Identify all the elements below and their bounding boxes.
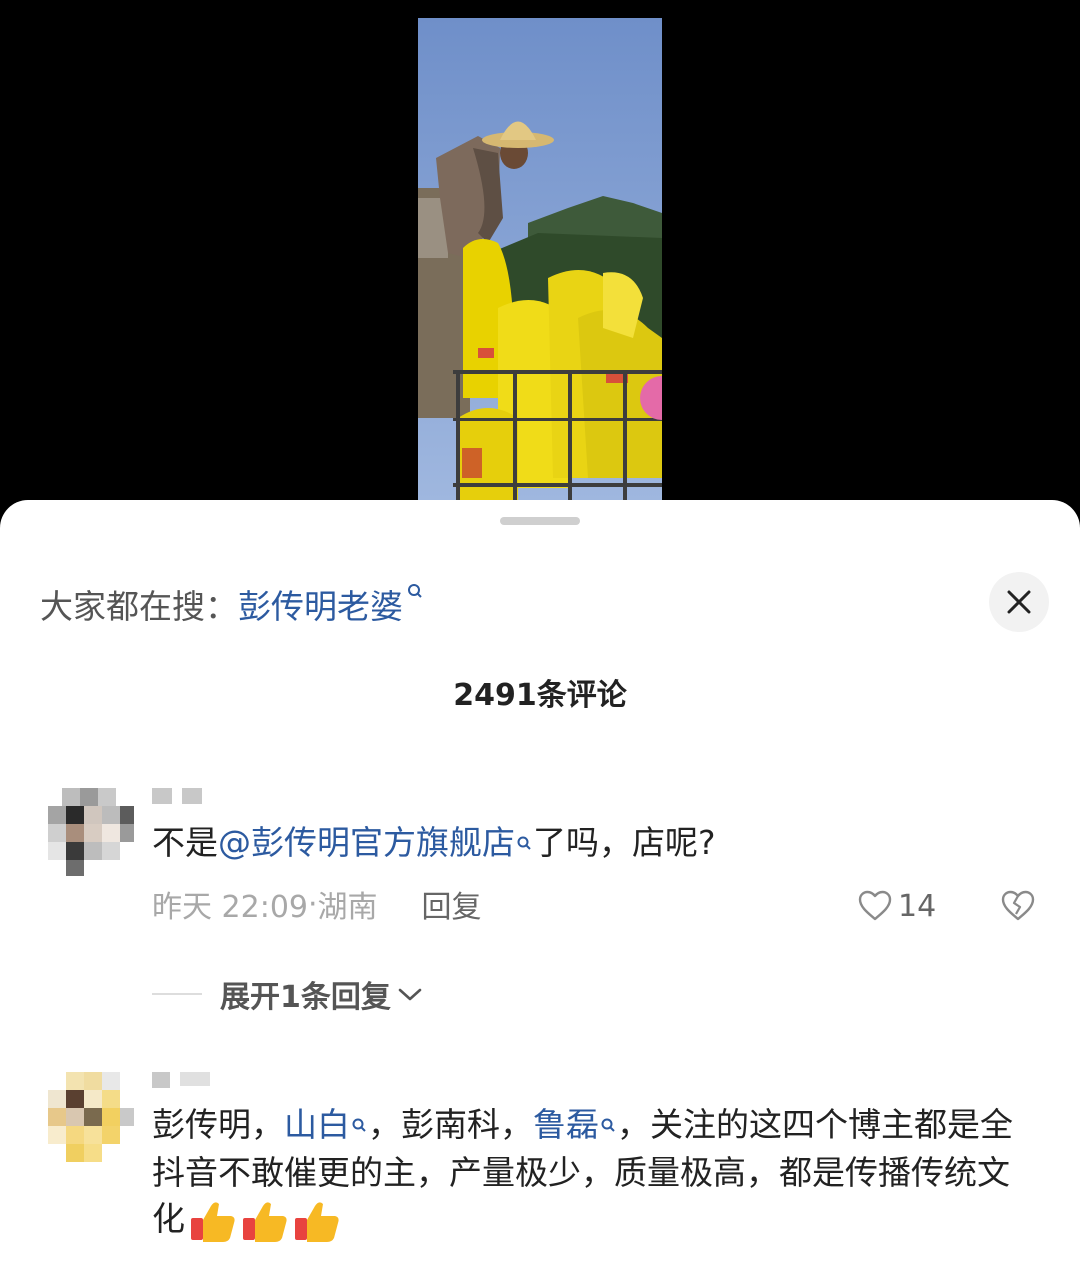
comment-count-title: 2491条评论 — [453, 678, 627, 713]
mention-link[interactable]: @彭传明官方旗舰店 — [218, 823, 515, 862]
comment-text-part: 彭传明， — [152, 1105, 284, 1144]
comment-text: 不是@彭传明官方旗舰店 了吗，店呢? — [152, 820, 1032, 868]
close-icon — [1007, 590, 1031, 614]
trending-search-term[interactable]: 彭传明老婆 — [238, 580, 425, 628]
expand-replies-label: 展开1条回复 — [220, 980, 391, 1015]
comment-sheet: 大家都在搜： 彭传明老婆 2491条评论 不是@彭传明官方旗舰店 了吗，店呢? … — [0, 500, 1080, 1262]
trending-search-bar[interactable]: 大家都在搜： 彭传明老婆 — [40, 576, 425, 632]
comment-location: 湖南 — [317, 890, 378, 925]
comment-text: 彭传明，山白 ，彭南科，鲁磊 ，关注的这四个博主都是全抖音不敢催更的主，产量极少，质… — [152, 1102, 1042, 1244]
avatar[interactable] — [48, 776, 134, 876]
comment-item: 不是@彭传明官方旗舰店 了吗，店呢? 昨天 22:09 · 湖南 回复 14 展开… — [0, 762, 1080, 1022]
broken-heart-icon — [1001, 890, 1035, 921]
reply-button[interactable]: 回复 — [422, 882, 482, 926]
heart-icon — [858, 890, 892, 921]
username-redacted[interactable] — [152, 788, 202, 804]
drag-handle[interactable] — [500, 517, 580, 525]
like-button[interactable]: 14 — [858, 884, 936, 928]
thumbs-up-emoji-group — [189, 1198, 341, 1244]
video-thumbnail[interactable] — [418, 18, 662, 500]
comment-item: 彭传明，山白 ，彭南科，鲁磊 ，关注的这四个博主都是全抖音不敢催更的主，产量极少，质… — [0, 1066, 1080, 1262]
meta-separator: · — [308, 886, 318, 922]
comment-time: 昨天 22:09 — [152, 890, 308, 925]
close-button[interactable] — [989, 572, 1049, 632]
thumbs-up-emoji — [191, 1201, 235, 1242]
search-hint-icon — [601, 1104, 617, 1150]
comment-text-part: ，彭南科， — [368, 1105, 533, 1144]
like-count: 14 — [898, 888, 937, 924]
dislike-button[interactable] — [1001, 890, 1035, 926]
search-hint-icon — [407, 574, 425, 613]
comment-text-part: 了吗，店呢? — [533, 823, 716, 862]
chevron-down-icon — [397, 977, 423, 1012]
username-redacted[interactable] — [152, 1072, 210, 1088]
search-link[interactable]: 鲁磊 — [533, 1105, 599, 1144]
expand-replies-button[interactable]: 展开1条回复 — [152, 972, 423, 1016]
trending-search-prefix: 大家都在搜： — [40, 587, 238, 626]
thumbs-up-emoji — [243, 1201, 287, 1242]
thumbs-up-emoji — [295, 1201, 339, 1242]
comment-text-part: 不是 — [152, 823, 218, 862]
search-hint-icon — [352, 1104, 368, 1150]
trending-search-term-text: 彭传明老婆 — [238, 587, 403, 626]
search-link[interactable]: 山白 — [284, 1105, 350, 1144]
divider — [152, 993, 202, 995]
video-still-image — [418, 18, 662, 500]
comment-meta: 昨天 22:09 · 湖南 回复 — [152, 882, 482, 926]
video-player[interactable] — [0, 0, 1080, 520]
avatar[interactable] — [48, 1072, 134, 1172]
search-hint-icon — [517, 822, 533, 868]
